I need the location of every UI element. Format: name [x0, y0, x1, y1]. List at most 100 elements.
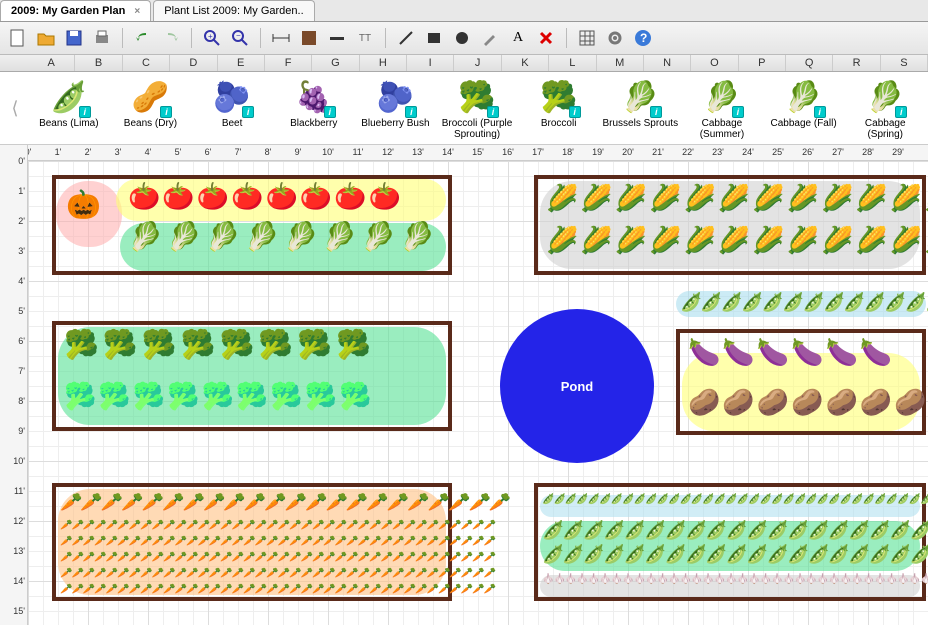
plant-instance[interactable]: 🥕: [484, 537, 495, 547]
line-weight-button[interactable]: [325, 26, 349, 50]
plant-instance[interactable]: 🥕: [427, 553, 438, 563]
plant-instance[interactable]: 🥕: [106, 537, 117, 547]
column-header[interactable]: C: [123, 55, 170, 71]
plant-instance[interactable]: 🧄: [851, 575, 862, 585]
plant-instance[interactable]: 🥕: [289, 553, 300, 563]
plant-instance[interactable]: 🥕: [243, 585, 254, 595]
planted-row[interactable]: 🧄🧄🧄🧄🧄🧄🧄🧄🧄🧄🧄🧄🧄🧄🧄🧄🧄🧄🧄🧄🧄🧄🧄🧄🧄🧄🧄🧄🧄🧄🧄🧄🧄🧄🧄🧄: [542, 575, 928, 585]
plant-palette-item[interactable]: 🫐iBlueberry Bush: [355, 74, 437, 142]
plant-instance[interactable]: 🥕: [163, 521, 174, 531]
info-icon[interactable]: i: [79, 106, 91, 118]
plant-instance[interactable]: 🥕: [278, 521, 289, 531]
plant-instance[interactable]: 🥕: [209, 521, 220, 531]
plant-instance[interactable]: 🧄: [714, 575, 725, 585]
plant-instance[interactable]: 🥕: [220, 569, 231, 579]
plant-instance[interactable]: 🫛: [767, 545, 787, 563]
plant-instance[interactable]: 🥕: [381, 521, 392, 531]
plant-instance[interactable]: 🥕: [121, 493, 141, 511]
plant-instance[interactable]: 🥕: [404, 569, 415, 579]
plant-instance[interactable]: 🥕: [106, 585, 117, 595]
plant-instance[interactable]: 🥕: [312, 537, 323, 547]
plant-instance[interactable]: 🥕: [427, 569, 438, 579]
plant-instance[interactable]: 🌽: [821, 185, 853, 211]
plant-instance[interactable]: 🫛: [679, 495, 690, 505]
plant-instance[interactable]: 🥕: [232, 537, 243, 547]
plant-instance[interactable]: 🥕: [381, 585, 392, 595]
plant-instance[interactable]: 🫛: [746, 521, 766, 539]
plant-instance[interactable]: 🫛: [603, 545, 623, 563]
plant-palette-item[interactable]: 🥦iBroccoli: [518, 74, 600, 142]
plant-instance[interactable]: 🥕: [407, 493, 427, 511]
plant-instance[interactable]: 🧄: [817, 575, 828, 585]
plant-instance[interactable]: 🧄: [588, 575, 599, 585]
plant-instance[interactable]: 🫛: [851, 495, 862, 505]
plant-palette-item[interactable]: 🫐iBeet: [191, 74, 273, 142]
plant-instance[interactable]: 🥦: [339, 383, 371, 409]
plant-instance[interactable]: 🥕: [220, 537, 231, 547]
planted-row[interactable]: 🫛🫛🫛🫛🫛🫛🫛🫛🫛🫛🫛🫛🫛🫛🫛🫛🫛🫛🫛🫛: [542, 545, 928, 563]
plant-instance[interactable]: 🥕: [223, 493, 243, 511]
column-header[interactable]: S: [881, 55, 928, 71]
plant-instance[interactable]: 🥕: [392, 585, 403, 595]
plant-instance[interactable]: 🧄: [897, 575, 908, 585]
plant-instance[interactable]: 🥕: [255, 569, 266, 579]
plant-instance[interactable]: 🫛: [794, 495, 805, 505]
column-header[interactable]: N: [644, 55, 691, 71]
plant-instance[interactable]: 🥕: [83, 521, 94, 531]
plant-instance[interactable]: 🥦: [305, 383, 337, 409]
plant-instance[interactable]: 🥕: [312, 585, 323, 595]
plant-instance[interactable]: 🧄: [611, 575, 622, 585]
plant-instance[interactable]: 🧄: [886, 575, 897, 585]
plant-instance[interactable]: 🥕: [472, 553, 483, 563]
column-header[interactable]: R: [833, 55, 880, 71]
plant-instance[interactable]: 🧄: [645, 575, 656, 585]
plant-instance[interactable]: 🫛: [884, 293, 904, 311]
plant-instance[interactable]: 🥕: [140, 585, 151, 595]
plant-instance[interactable]: 🫛: [807, 545, 827, 563]
plant-instance[interactable]: 🧄: [679, 575, 690, 585]
plant-instance[interactable]: 🥕: [71, 521, 82, 531]
plant-instance[interactable]: 🥕: [427, 585, 438, 595]
plant-instance[interactable]: 🥕: [404, 585, 415, 595]
info-icon[interactable]: i: [732, 106, 744, 118]
plant-instance[interactable]: 🥕: [278, 537, 289, 547]
plant-instance[interactable]: 🫛: [665, 521, 685, 539]
plant-instance[interactable]: 🥕: [301, 537, 312, 547]
plant-instance[interactable]: 🥕: [129, 521, 140, 531]
plant-palette-item[interactable]: 🥦iBroccoli (Purple Sprouting): [436, 74, 518, 142]
plant-instance[interactable]: 🥕: [255, 521, 266, 531]
plant-instance[interactable]: 🥕: [301, 553, 312, 563]
plant-instance[interactable]: 🥕: [71, 537, 82, 547]
plant-instance[interactable]: 🥕: [449, 553, 460, 563]
plant-instance[interactable]: 🥕: [243, 553, 254, 563]
column-header[interactable]: B: [75, 55, 122, 71]
plant-instance[interactable]: 🥕: [152, 569, 163, 579]
plant-instance[interactable]: 🥕: [472, 521, 483, 531]
planted-row[interactable]: 🥕🥕🥕🥕🥕🥕🥕🥕🥕🥕🥕🥕🥕🥕🥕🥕🥕🥕🥕🥕🥕🥕🥕🥕🥕🥕🥕🥕🥕🥕🥕🥕🥕🥕🥕🥕🥕🥕: [60, 553, 495, 563]
plant-instance[interactable]: 🫛: [828, 495, 839, 505]
info-icon[interactable]: i: [405, 106, 417, 118]
plant-instance[interactable]: 🫛: [889, 545, 909, 563]
plant-instance[interactable]: 🥕: [346, 569, 357, 579]
plant-instance[interactable]: 🍆: [860, 339, 892, 365]
plant-instance[interactable]: 🥕: [323, 537, 334, 547]
plant-instance[interactable]: 🥕: [427, 537, 438, 547]
plant-instance[interactable]: 🥕: [232, 585, 243, 595]
plant-instance[interactable]: 🥕: [106, 521, 117, 531]
plant-instance[interactable]: 🍅: [334, 183, 366, 209]
plant-instance[interactable]: 🥕: [106, 569, 117, 579]
plant-instance[interactable]: 🥕: [83, 553, 94, 563]
line-tool-button[interactable]: [394, 26, 418, 50]
plant-palette-item[interactable]: 🫛iBeans (Lima): [28, 74, 110, 142]
plant-instance[interactable]: 🫛: [705, 521, 725, 539]
plant-instance[interactable]: 🧄: [805, 575, 816, 585]
plant-instance[interactable]: 🥕: [381, 553, 392, 563]
plant-instance[interactable]: 🫛: [848, 545, 868, 563]
garden-canvas[interactable]: Pond🎃🍅🍅🍅🍅🍅🍅🍅🍅🥬🥬🥬🥬🥬🥬🥬🥬🌽🌽🌽🌽🌽🌽🌽🌽🌽🌽🌽🌽🌽🌽🌽🌽🌽🌽🌽…: [28, 161, 928, 625]
plant-instance[interactable]: 🌽: [546, 185, 578, 211]
plant-instance[interactable]: 🫛: [691, 495, 702, 505]
plant-instance[interactable]: 🧄: [840, 575, 851, 585]
plant-instance[interactable]: 🥕: [129, 553, 140, 563]
plant-instance[interactable]: 🥦: [98, 383, 130, 409]
column-header[interactable]: Q: [786, 55, 833, 71]
